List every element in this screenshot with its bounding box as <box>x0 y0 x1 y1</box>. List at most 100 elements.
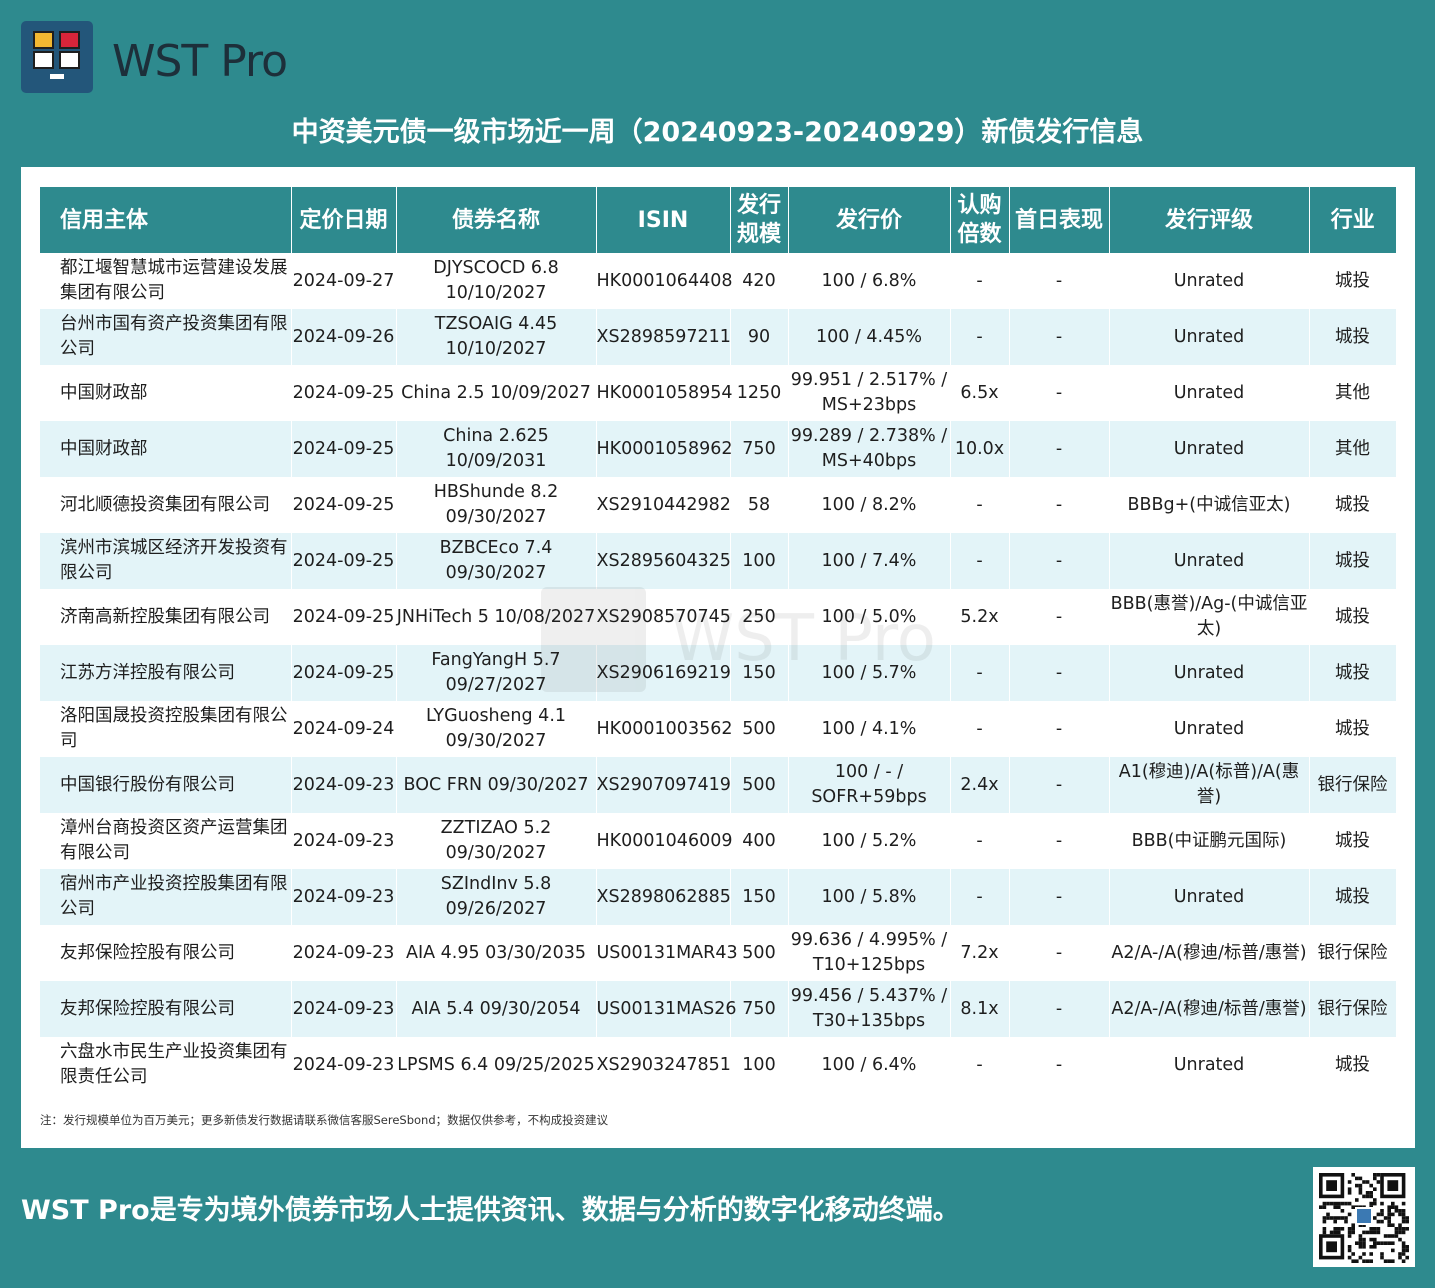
table-header-row: 信用主体 定价日期 债券名称 ISIN 发行 规模 发行价 认购 倍数 首日表现 发行评级 行业 <box>40 187 1396 253</box>
table-cell: 都江堰智慧城市运营建设发展集团有限公司 <box>40 253 292 309</box>
table-cell: 城投 <box>1309 253 1397 309</box>
table-cell: 银行保险 <box>1309 757 1397 813</box>
table-cell: 城投 <box>1309 701 1397 757</box>
table-cell: ZZTIZAO 5.2 09/30/2027 <box>396 813 597 869</box>
table-cell: 100 / 6.4% <box>788 1037 951 1093</box>
table-cell: 2024-09-23 <box>291 869 397 925</box>
table-cell: LPSMS 6.4 09/25/2025 <box>396 1037 597 1093</box>
page-title: 中资美元债一级市场近一周（20240923-20240929）新债发行信息 <box>291 117 1144 148</box>
table-cell: A2/A-/A(穆迪/标普/惠誉) <box>1109 981 1310 1037</box>
table-cell: 城投 <box>1309 533 1397 589</box>
footnote: 注：发行规模单位为百万美元；更多新债发行数据请联系微信客服SereSbond；数… <box>40 1113 609 1127</box>
column-header: 认购 倍数 <box>950 187 1010 253</box>
table-cell: - <box>1009 981 1110 1037</box>
table-cell: - <box>1009 589 1110 645</box>
table-cell: 其他 <box>1309 421 1397 477</box>
column-header: ISIN <box>596 187 731 253</box>
table-cell: 2024-09-23 <box>291 1037 397 1093</box>
table-row: 中国财政部 2024-09-25 China 2.5 10/09/2027 HK000… <box>40 365 1397 421</box>
table-cell: 银行保险 <box>1309 925 1397 981</box>
table-cell: 150 <box>730 869 789 925</box>
table-cell: 友邦保险控股有限公司 <box>40 981 292 1037</box>
table-cell: - <box>1009 477 1110 533</box>
table-cell: 2024-09-25 <box>291 645 397 701</box>
logo-icon <box>21 21 93 93</box>
table-cell: BBBg+(中诚信亚太) <box>1109 477 1310 533</box>
qr-code-icon <box>1313 1167 1415 1267</box>
table-cell: XS2895604325 <box>596 533 731 589</box>
table-cell: 99.289 / 2.738% / MS+40bps <box>788 421 951 477</box>
table-row: 中国财政部 2024-09-25 China 2.625 10/09/2031 HK0… <box>40 421 1397 477</box>
table-cell: 城投 <box>1309 1037 1397 1093</box>
table-cell: SZIndInv 5.8 09/26/2027 <box>396 869 597 925</box>
table-cell: China 2.625 10/09/2031 <box>396 421 597 477</box>
table-cell: BBB(中证鹏元国际) <box>1109 813 1310 869</box>
table-cell: 2024-09-24 <box>291 701 397 757</box>
table-cell: US00131MAS26 <box>596 981 737 1037</box>
table-cell: 2024-09-23 <box>291 757 397 813</box>
table-cell: 8.1x <box>950 981 1010 1037</box>
table-cell: 100 / 6.8% <box>788 253 951 309</box>
table-cell: - <box>1009 757 1110 813</box>
table-cell: 2024-09-25 <box>291 533 397 589</box>
table-cell: 100 / 5.7% <box>788 645 951 701</box>
table-row: 济南高新控股集团有限公司 2024-09-25 JNHiTech 5 10/08/2… <box>40 589 1397 645</box>
table-cell: - <box>1009 701 1110 757</box>
table-cell: 500 <box>730 757 789 813</box>
table-cell: BBB(惠誉)/Ag-(中诚信亚太) <box>1109 589 1310 645</box>
table-cell: 城投 <box>1309 813 1397 869</box>
table-cell: 2024-09-23 <box>291 813 397 869</box>
column-header: 信用主体 <box>40 187 292 253</box>
table-row: 六盘水市民生产业投资集团有限责任公司 2024-09-23 LPSMS 6.4 09… <box>40 1037 1397 1093</box>
table-cell: 100 / 5.8% <box>788 869 951 925</box>
table-cell: HK0001046009 <box>596 813 732 869</box>
table-row: 滨州市滨城区经济开发投资有限公司 2024-09-25 BZBCEco 7.4 09… <box>40 533 1397 589</box>
table-row: 洛阳国晟投资控股集团有限公司 2024-09-24 LYGuosheng 4.1 0… <box>40 701 1397 757</box>
table-cell: 100 / 5.0% <box>788 589 951 645</box>
bond-table: 信用主体 定价日期 债券名称 ISIN 发行 规模 发行价 认购 倍数 首日表现 发行评级 行业 都江… <box>40 187 1397 1093</box>
table-cell: 400 <box>730 813 789 869</box>
table-cell: 2024-09-23 <box>291 981 397 1037</box>
table-cell: 银行保险 <box>1309 981 1397 1037</box>
table-cell: AIA 5.4 09/30/2054 <box>396 981 597 1037</box>
table-cell: 6.5x <box>950 365 1010 421</box>
table-cell: 2.4x <box>950 757 1010 813</box>
table-cell: HK0001058962 <box>596 421 732 477</box>
table-cell: - <box>1009 365 1110 421</box>
table-row: 中国银行股份有限公司 2024-09-23 BOC FRN 09/30/2027 XS… <box>40 757 1397 813</box>
table-cell: AIA 4.95 03/30/2035 <box>396 925 597 981</box>
table-cell: - <box>1009 813 1110 869</box>
table-cell: BOC FRN 09/30/2027 <box>396 757 597 813</box>
table-cell: 江苏方洋控股有限公司 <box>40 645 292 701</box>
table-cell: 100 <box>730 533 789 589</box>
table-cell: - <box>950 477 1010 533</box>
table-cell: JNHiTech 5 10/08/2027 <box>396 589 597 645</box>
table-cell: 150 <box>730 645 789 701</box>
table-cell: Unrated <box>1109 1037 1310 1093</box>
column-header: 发行 规模 <box>730 187 789 253</box>
table-cell: XS2906169219 <box>596 645 731 701</box>
table-cell: 100 / 8.2% <box>788 477 951 533</box>
table-cell: Unrated <box>1109 309 1310 365</box>
table-cell: 100 / 7.4% <box>788 533 951 589</box>
table-cell: China 2.5 10/09/2027 <box>396 365 597 421</box>
table-cell: HK0001058954 <box>596 365 732 421</box>
table-cell: 1250 <box>730 365 789 421</box>
table-cell: 420 <box>730 253 789 309</box>
table-row: 友邦保险控股有限公司 2024-09-23 AIA 4.95 03/30/2035 U… <box>40 925 1397 981</box>
table-cell: 750 <box>730 421 789 477</box>
table-cell: 城投 <box>1309 309 1397 365</box>
table-cell: 100 / 4.45% <box>788 309 951 365</box>
table-cell: 其他 <box>1309 365 1397 421</box>
table-cell: - <box>950 701 1010 757</box>
table-cell: 滨州市滨城区经济开发投资有限公司 <box>40 533 292 589</box>
table-cell: 2024-09-25 <box>291 589 397 645</box>
table-cell: 2024-09-26 <box>291 309 397 365</box>
table-cell: - <box>1009 1037 1110 1093</box>
table-cell: 洛阳国晟投资控股集团有限公司 <box>40 701 292 757</box>
table-cell: XS2903247851 <box>596 1037 731 1093</box>
table-cell: 2024-09-25 <box>291 421 397 477</box>
table-cell: 7.2x <box>950 925 1010 981</box>
table-cell: 城投 <box>1309 869 1397 925</box>
table-cell: 58 <box>730 477 789 533</box>
